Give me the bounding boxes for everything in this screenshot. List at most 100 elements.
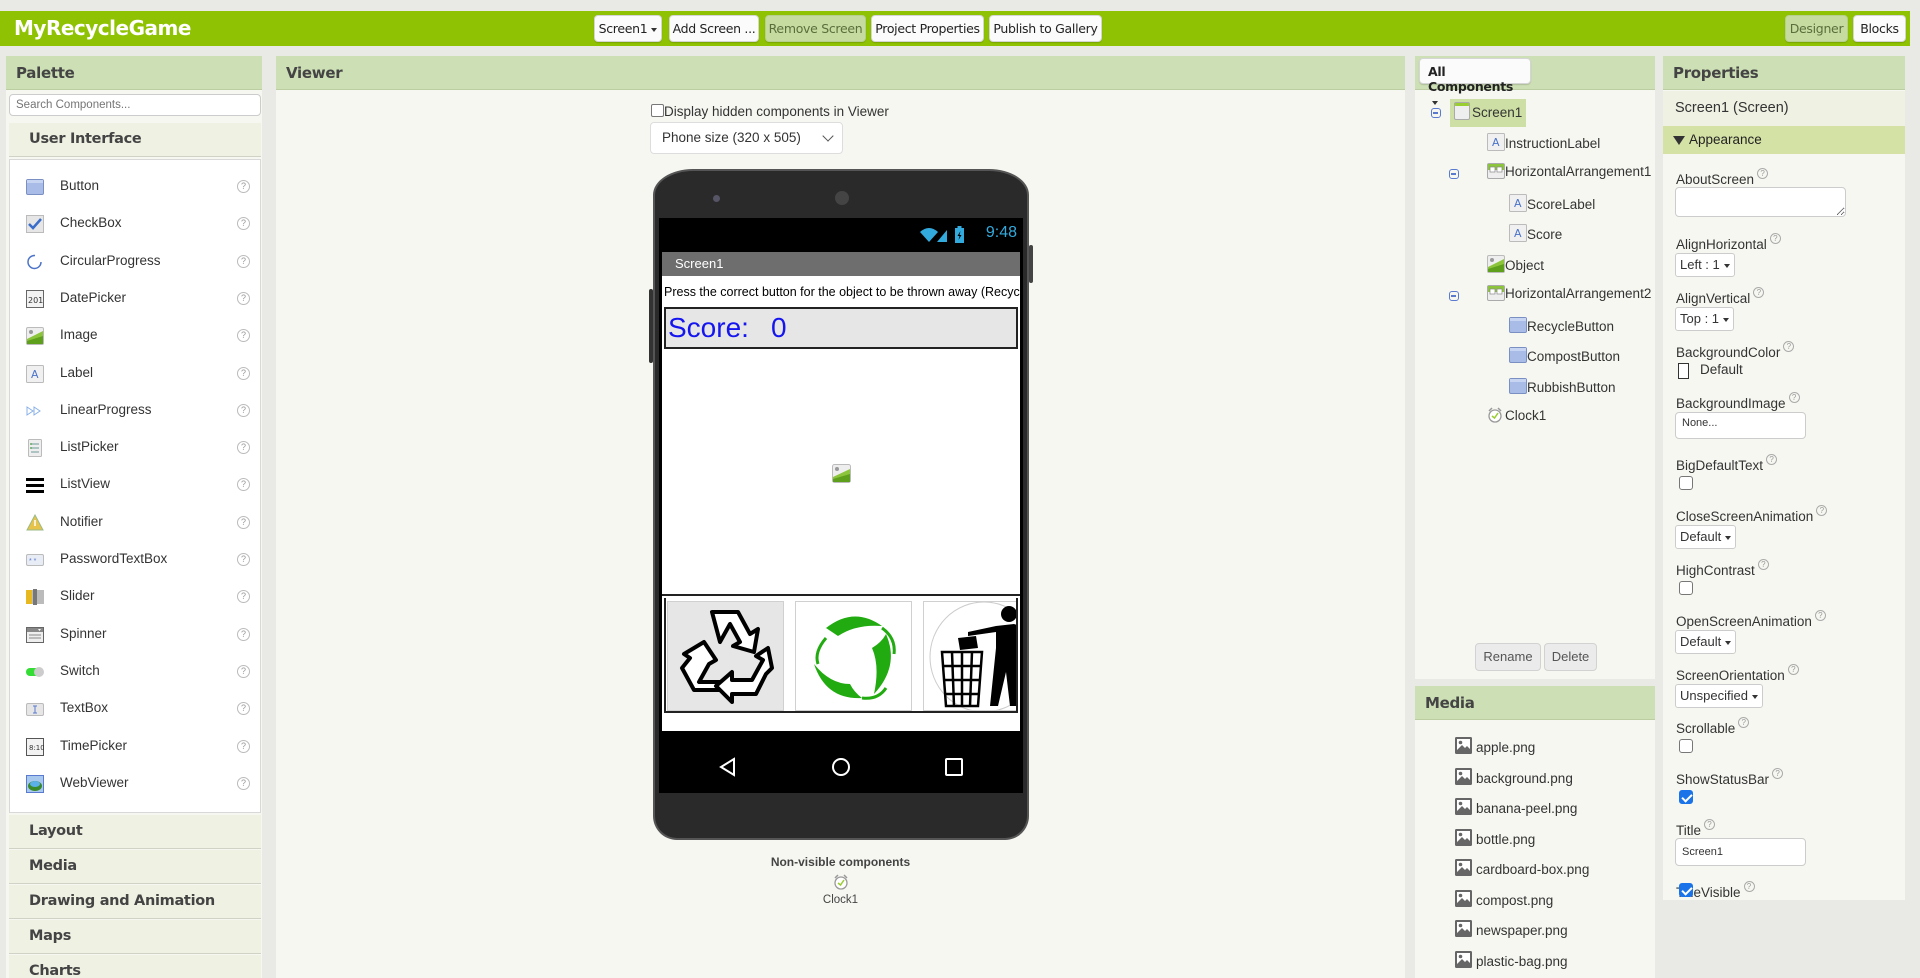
help-icon[interactable]: ? bbox=[237, 217, 250, 231]
alignhorizontal-select[interactable]: Left : 1 bbox=[1675, 253, 1735, 277]
blocks-button[interactable]: Blocks bbox=[1853, 15, 1906, 42]
help-icon[interactable]: ? bbox=[1788, 392, 1800, 403]
tree-item-rubbishbutton[interactable]: RubbishButton bbox=[1509, 377, 1616, 401]
help-icon[interactable]: ? bbox=[237, 739, 250, 753]
rubbish-button[interactable] bbox=[923, 601, 1016, 711]
scrollable-checkbox[interactable] bbox=[1679, 739, 1693, 753]
media-file[interactable]: banana-peel.png bbox=[1455, 798, 1577, 816]
rename-button[interactable]: Rename bbox=[1475, 643, 1541, 671]
collapse-toggle-icon[interactable] bbox=[1449, 291, 1459, 301]
collapse-toggle-icon[interactable] bbox=[1431, 108, 1441, 118]
palette-item-webviewer[interactable]: WebViewer? bbox=[10, 765, 260, 802]
help-icon[interactable]: ? bbox=[237, 515, 250, 529]
nav-back-icon[interactable] bbox=[719, 757, 737, 777]
display-hidden-checkbox[interactable] bbox=[651, 104, 664, 117]
openscreenanimation-select[interactable]: Default bbox=[1675, 630, 1737, 654]
category-charts[interactable]: Charts bbox=[9, 955, 261, 978]
compost-button[interactable] bbox=[795, 601, 912, 711]
category-media[interactable]: Media bbox=[9, 850, 261, 884]
help-icon[interactable]: ? bbox=[237, 478, 250, 492]
titlevisible-checkbox[interactable] bbox=[1679, 883, 1693, 897]
nonvisible-clock1[interactable]: Clock1 bbox=[276, 894, 1405, 906]
tree-item-object[interactable]: Object bbox=[1487, 254, 1544, 279]
media-file[interactable]: newspaper.png bbox=[1455, 920, 1568, 938]
clock-icon[interactable] bbox=[833, 874, 849, 890]
palette-item-timepicker[interactable]: 8:10 TimePicker? bbox=[10, 728, 260, 765]
remove-screen-button[interactable]: Remove Screen bbox=[765, 15, 866, 42]
help-icon[interactable]: ? bbox=[237, 776, 250, 790]
media-file[interactable]: bottle.png bbox=[1455, 828, 1535, 847]
collapse-toggle-icon[interactable] bbox=[1449, 169, 1459, 179]
category-user-interface[interactable]: User Interface bbox=[9, 123, 261, 157]
tree-item-score[interactable]: A Score bbox=[1509, 224, 1562, 248]
palette-item-circularprogress[interactable]: CircularProgress? bbox=[10, 243, 260, 280]
search-components-input[interactable] bbox=[9, 94, 261, 116]
media-file[interactable]: plastic-bag.png bbox=[1455, 950, 1568, 969]
nav-home-icon[interactable] bbox=[831, 757, 851, 777]
add-screen-button[interactable]: Add Screen ... bbox=[669, 15, 759, 42]
palette-item-checkbox[interactable]: CheckBox? bbox=[10, 205, 260, 242]
screenorientation-select[interactable]: Unspecified bbox=[1675, 684, 1763, 708]
designer-button[interactable]: Designer bbox=[1785, 15, 1848, 42]
help-icon[interactable]: ? bbox=[237, 254, 250, 268]
aboutscreen-textarea[interactable] bbox=[1675, 187, 1846, 217]
help-icon[interactable]: ? bbox=[237, 627, 250, 641]
backgroundcolor-value[interactable]: Default bbox=[1700, 362, 1743, 377]
help-icon[interactable]: ? bbox=[1814, 610, 1826, 621]
media-file[interactable]: cardboard-box.png bbox=[1455, 859, 1589, 877]
help-icon[interactable]: ? bbox=[1757, 559, 1769, 570]
backgroundimage-picker[interactable]: None... bbox=[1675, 412, 1806, 439]
help-icon[interactable]: ? bbox=[237, 664, 250, 678]
help-icon[interactable]: ? bbox=[237, 403, 250, 417]
palette-item-slider[interactable]: Slider? bbox=[10, 578, 260, 615]
project-properties-button[interactable]: Project Properties bbox=[871, 15, 984, 42]
media-file[interactable]: background.png bbox=[1455, 767, 1573, 786]
help-icon[interactable]: ? bbox=[237, 366, 250, 380]
help-icon[interactable]: ? bbox=[1766, 454, 1778, 465]
tree-item-instructionlabel[interactable]: A InstructionLabel bbox=[1487, 132, 1600, 157]
score-value[interactable]: 0 bbox=[771, 312, 787, 344]
bigdefaulttext-checkbox[interactable] bbox=[1679, 476, 1693, 490]
palette-item-linearprogress[interactable]: LinearProgress? bbox=[10, 392, 260, 429]
help-icon[interactable]: ? bbox=[1787, 664, 1799, 675]
highcontrast-checkbox[interactable] bbox=[1679, 581, 1693, 595]
help-icon[interactable]: ? bbox=[1769, 233, 1781, 244]
palette-item-datepicker[interactable]: 2011 DatePicker? bbox=[10, 280, 260, 317]
title-input[interactable] bbox=[1675, 838, 1806, 866]
media-file[interactable]: apple.png bbox=[1455, 737, 1535, 755]
nav-recents-icon[interactable] bbox=[944, 757, 964, 777]
help-icon[interactable]: ? bbox=[237, 702, 250, 716]
object-image[interactable] bbox=[662, 351, 1020, 596]
help-icon[interactable]: ? bbox=[1704, 819, 1716, 830]
instruction-label[interactable]: Press the correct button for the object … bbox=[664, 285, 1020, 299]
palette-item-spinner[interactable]: Spinner? bbox=[10, 616, 260, 653]
help-icon[interactable]: ? bbox=[1816, 505, 1828, 516]
help-icon[interactable]: ? bbox=[237, 329, 250, 343]
help-icon[interactable]: ? bbox=[237, 441, 250, 455]
phone-size-select[interactable]: Phone size (320 x 505) bbox=[650, 122, 843, 154]
category-layout[interactable]: Layout bbox=[9, 815, 261, 849]
help-icon[interactable]: ? bbox=[1753, 287, 1765, 298]
horizontal-arrangement-1[interactable]: Score: 0 bbox=[664, 307, 1018, 349]
palette-item-image[interactable]: Image? bbox=[10, 317, 260, 354]
category-drawing-animation[interactable]: Drawing and Animation bbox=[9, 885, 261, 919]
closescreenanimation-select[interactable]: Default bbox=[1675, 525, 1737, 549]
help-icon[interactable]: ? bbox=[1757, 168, 1769, 179]
recycle-button[interactable] bbox=[667, 601, 784, 711]
showstatusbar-checkbox[interactable] bbox=[1679, 790, 1693, 804]
palette-item-label[interactable]: A Label? bbox=[10, 355, 260, 392]
delete-button[interactable]: Delete bbox=[1544, 643, 1597, 671]
category-maps[interactable]: Maps bbox=[9, 920, 261, 954]
screen-select-button[interactable]: Screen1 bbox=[594, 15, 662, 42]
tree-item-compostbutton[interactable]: CompostButton bbox=[1509, 346, 1620, 370]
palette-item-notifier[interactable]: Notifier? bbox=[10, 504, 260, 541]
score-label[interactable]: Score: bbox=[668, 312, 749, 344]
all-components-dropdown[interactable]: All Components bbox=[1419, 58, 1531, 105]
help-icon[interactable]: ? bbox=[1772, 768, 1784, 779]
help-icon[interactable]: ? bbox=[237, 590, 250, 604]
palette-item-switch[interactable]: Switch? bbox=[10, 653, 260, 690]
palette-item-button[interactable]: Button? bbox=[10, 168, 260, 205]
tree-item-horizontalarrangement1[interactable]: HorizontalArrangement1 bbox=[1487, 163, 1651, 187]
palette-item-listpicker[interactable]: ListPicker? bbox=[10, 429, 260, 466]
palette-item-passwordtextbox[interactable]: * * PasswordTextBox? bbox=[10, 541, 260, 578]
